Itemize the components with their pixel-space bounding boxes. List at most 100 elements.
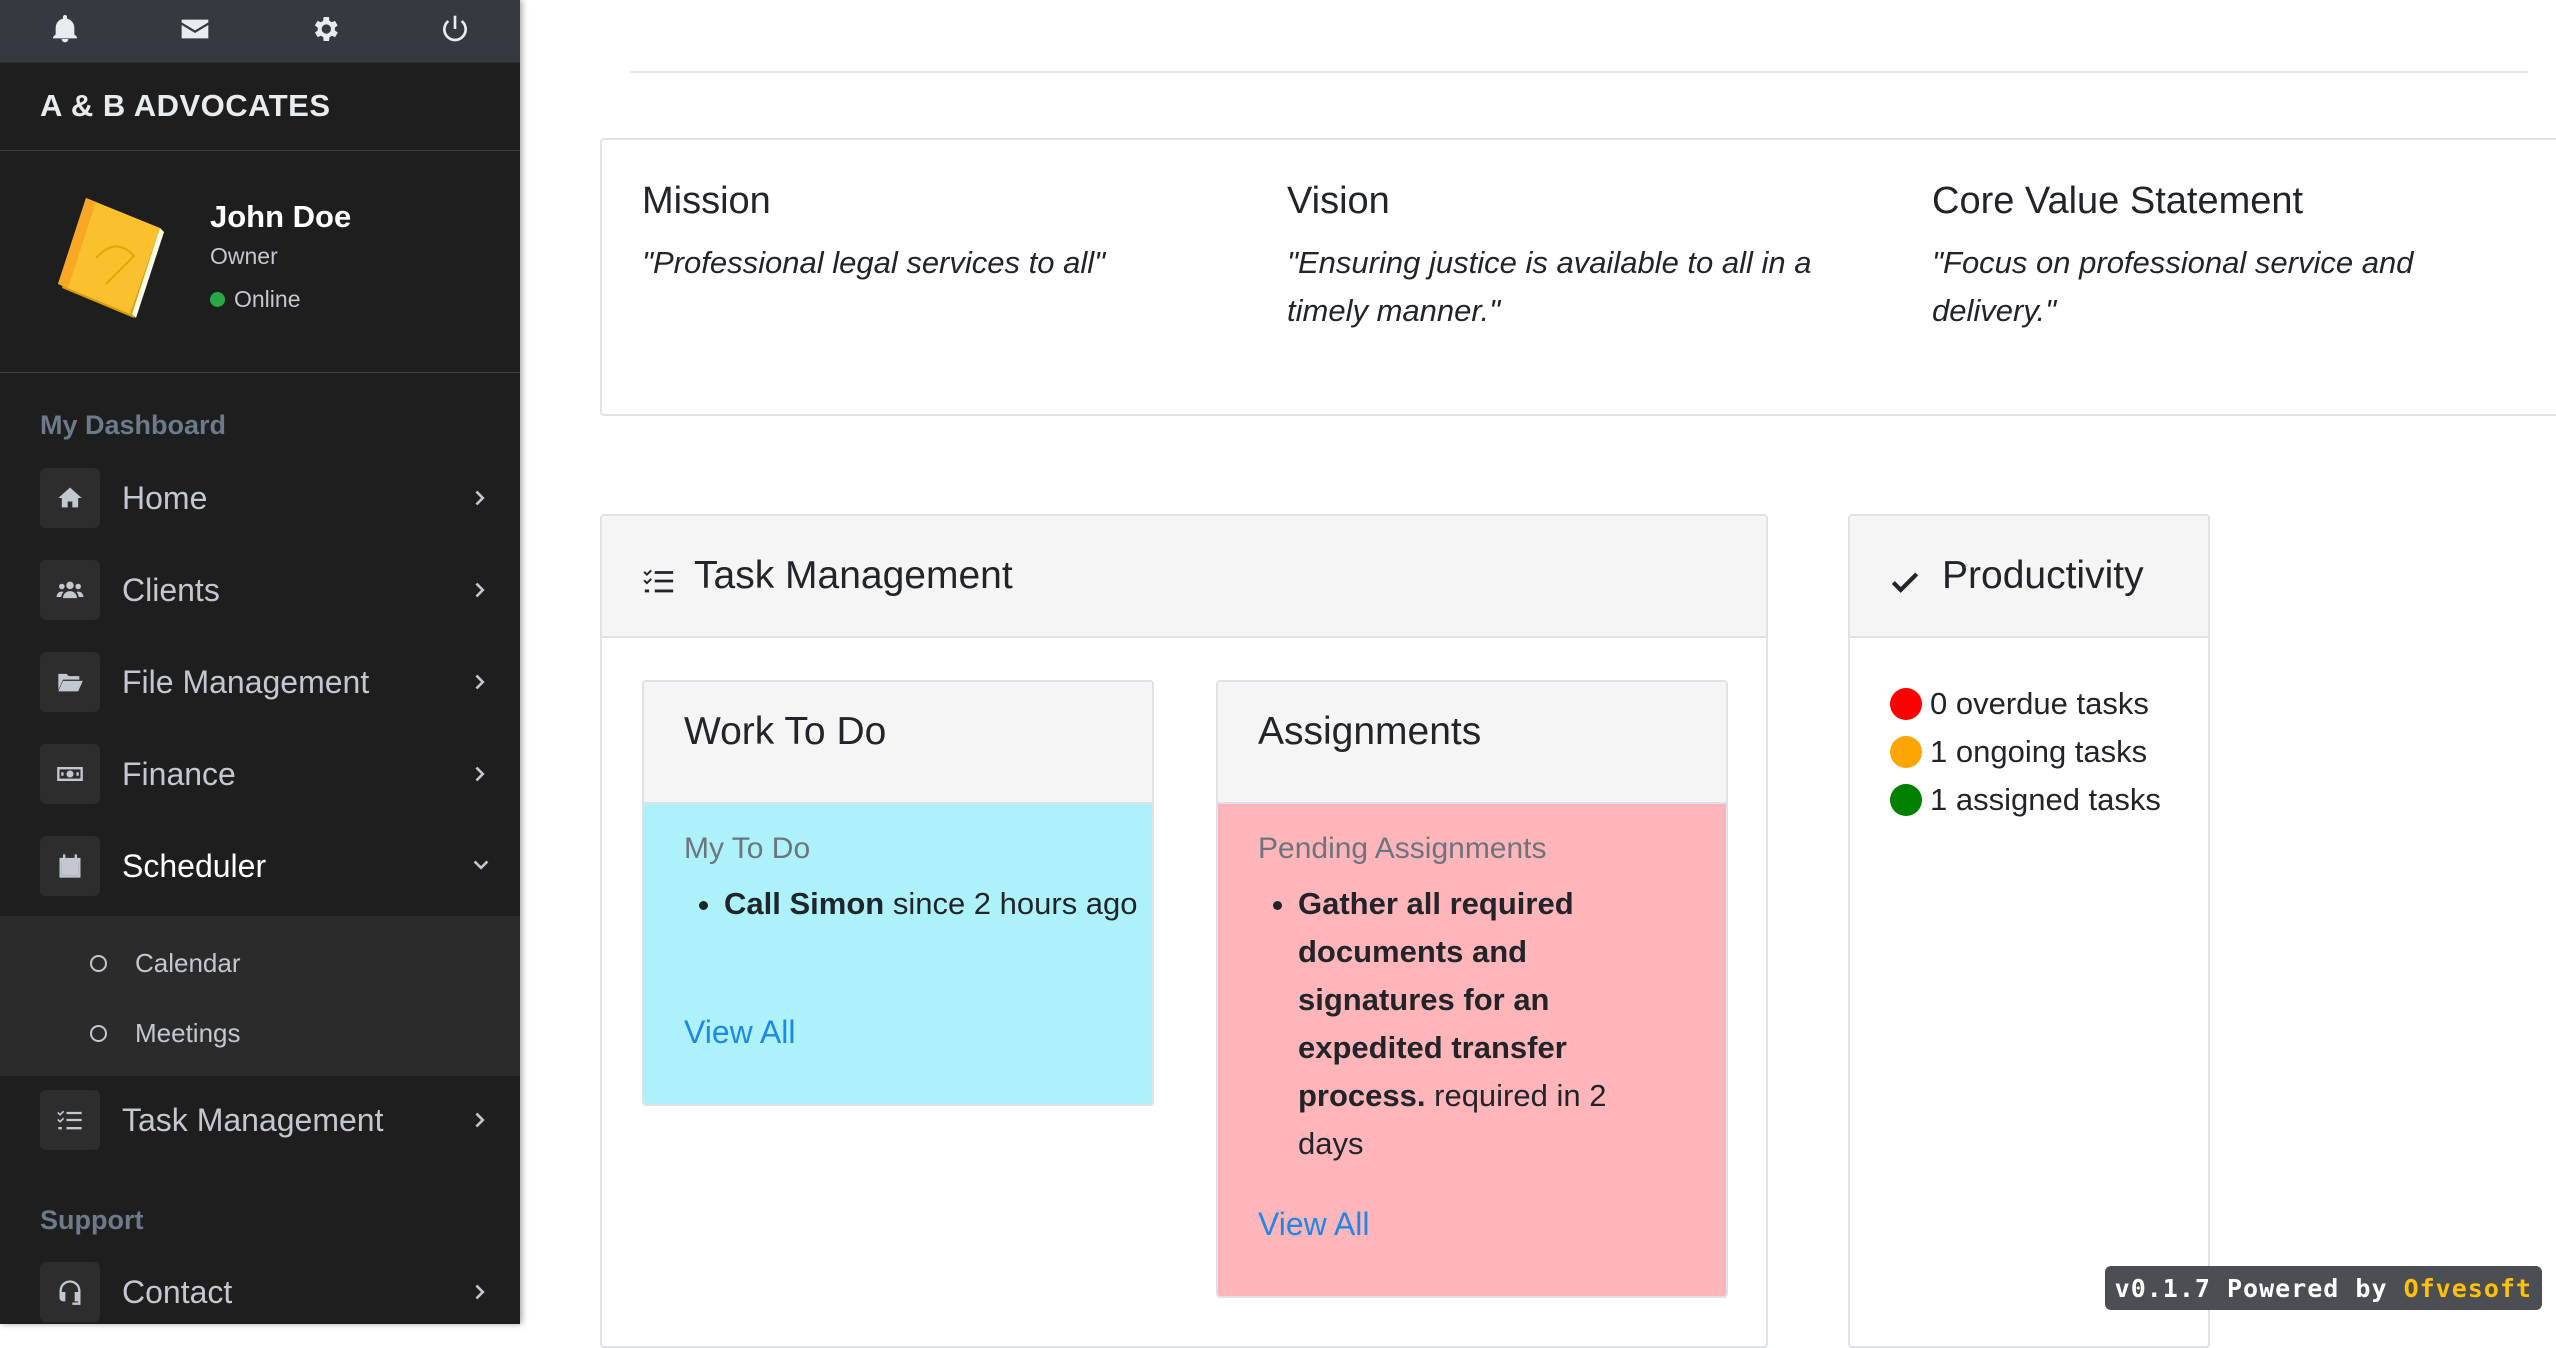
sidebar-subitem-calendar[interactable]: Calendar [0, 928, 520, 998]
chevron-right-icon [470, 579, 492, 601]
headset-icon [40, 1262, 100, 1322]
work-to-do-body: My To Do Call Simon since 2 hours ago Vi… [644, 804, 1152, 1104]
core-values-title: Core Value Statement [1932, 180, 2304, 222]
core-values-text: "Focus on professional service and deliv… [1932, 245, 2414, 328]
assignments-view-all-link[interactable]: View All [1258, 1206, 1369, 1243]
nav-header-dashboard: My Dashboard [40, 410, 227, 440]
pending-assignments-label: Pending Assignments [1258, 832, 1547, 865]
scheduler-submenu: Calendar Meetings [0, 916, 520, 1076]
brand-name: A & B ADVOCATES [40, 88, 331, 123]
sidebar-item-label: Clients [122, 571, 220, 608]
sidebar-item-task-management[interactable]: Task Management [0, 1074, 520, 1166]
todo-item-title: Call Simon [724, 886, 885, 921]
chevron-right-icon [470, 671, 492, 693]
sidebar-item-file-management[interactable]: File Management [0, 636, 520, 728]
list-item[interactable]: Call Simon since 2 hours ago [724, 880, 1144, 928]
sidebar-item-contact[interactable]: Contact [0, 1246, 520, 1324]
ongoing-tasks-label: 1 ongoing tasks [1930, 734, 2148, 769]
work-to-do-card: Work To Do My To Do Call Simon since 2 h… [642, 680, 1154, 1106]
assignments-body: Pending Assignments Gather all required … [1218, 804, 1726, 1296]
messages-button[interactable] [130, 0, 260, 62]
brand[interactable]: A & B ADVOCATES [0, 62, 520, 151]
sidebar-item-scheduler[interactable]: Scheduler [0, 820, 520, 912]
users-icon [40, 560, 100, 620]
gear-icon [309, 13, 341, 50]
todo-item-time: since 2 hours ago [884, 886, 1138, 921]
assigned-tasks-label: 1 assigned tasks [1930, 782, 2161, 817]
assignments-title: Assignments [1258, 710, 1482, 753]
envelope-icon [179, 13, 211, 50]
version-text: v0.1.7 Powered by [2114, 1273, 2404, 1303]
sidebar-item-label: Home [122, 479, 208, 516]
sidebar-subitem-label: Meetings [135, 1017, 241, 1048]
online-indicator [210, 292, 225, 307]
productivity-title: Productivity [1942, 554, 2144, 597]
orange-status-dot [1890, 736, 1922, 768]
vision-text: "Ensuring justice is available to all in… [1287, 245, 1812, 328]
user-panel: John Doe Owner Online [0, 151, 520, 373]
assignments-header: Assignments [1218, 682, 1726, 804]
mission-title: Mission [642, 180, 771, 222]
sidebar-item-label: Contact [122, 1273, 233, 1310]
tasks-icon [642, 564, 676, 598]
task-management-header: Task Management [602, 516, 1766, 638]
task-management-title: Task Management [694, 554, 1013, 597]
circle-icon [90, 1024, 107, 1042]
overdue-tasks-label: 0 overdue tasks [1930, 686, 2149, 721]
nav-header-support: Support [40, 1205, 144, 1235]
bell-icon [49, 13, 81, 50]
calendar-icon [40, 836, 100, 896]
chevron-right-icon [470, 1281, 492, 1303]
ongoing-tasks-row: 1 ongoing tasks [1890, 728, 2147, 776]
home-icon [40, 468, 100, 528]
logout-button[interactable] [390, 0, 520, 62]
assignments-card: Assignments Pending Assignments Gather a… [1216, 680, 1728, 1298]
overdue-tasks-row: 0 overdue tasks [1890, 680, 2149, 728]
version-badge: v0.1.7 Powered by Ofvesoft [2104, 1266, 2542, 1310]
sidebar-item-label: Scheduler [122, 847, 267, 884]
user-status-label: Online [234, 286, 301, 312]
tasks-icon [40, 1090, 100, 1150]
sidebar-topbar [0, 0, 520, 63]
chevron-right-icon [470, 1109, 492, 1131]
productivity-card: Productivity 0 overdue tasks 1 ongoing t… [1848, 514, 2210, 1348]
work-to-do-title: Work To Do [684, 710, 887, 753]
avatar[interactable] [56, 196, 166, 321]
check-icon [1888, 564, 1922, 598]
task-management-card: Task Management Work To Do My To Do Call… [600, 514, 1768, 1348]
chevron-down-icon [470, 855, 492, 877]
core-values-section: Core Value Statement "Focus on professio… [1932, 180, 2532, 335]
green-status-dot [1890, 784, 1922, 816]
user-status: Online [210, 286, 300, 313]
user-role: Owner [210, 243, 278, 269]
sidebar-item-clients[interactable]: Clients [0, 544, 520, 636]
sidebar-item-finance[interactable]: Finance [0, 728, 520, 820]
work-view-all-link[interactable]: View All [684, 1014, 795, 1051]
sidebar: A & B ADVOCATES John Doe Owner Online My… [0, 0, 520, 1324]
sidebar-item-label: File Management [122, 663, 370, 700]
money-bill-icon [40, 744, 100, 804]
assigned-tasks-row: 1 assigned tasks [1890, 776, 2161, 824]
notifications-button[interactable] [0, 0, 130, 62]
sidebar-item-label: Finance [122, 755, 236, 792]
power-icon [439, 13, 471, 50]
sidebar-item-home[interactable]: Home [0, 452, 520, 544]
mission-section: Mission "Professional legal services to … [642, 180, 1242, 287]
settings-button[interactable] [260, 0, 390, 62]
user-name[interactable]: John Doe [210, 199, 351, 235]
todo-list: Call Simon since 2 hours ago [684, 880, 1144, 928]
assignments-list: Gather all required documents and signat… [1258, 880, 1628, 1168]
chevron-right-icon [470, 763, 492, 785]
powered-by-brand[interactable]: Ofvesoft [2404, 1274, 2532, 1303]
sidebar-subitem-label: Calendar [135, 947, 241, 978]
sidebar-item-label: Task Management [122, 1101, 384, 1138]
divider [630, 71, 2528, 73]
folder-open-icon [40, 652, 100, 712]
vision-section: Vision "Ensuring justice is available to… [1287, 180, 1887, 335]
my-to-do-label: My To Do [684, 832, 811, 865]
sidebar-subitem-meetings[interactable]: Meetings [0, 998, 520, 1068]
mission-text: "Professional legal services to all" [642, 245, 1106, 280]
red-status-dot [1890, 688, 1922, 720]
list-item[interactable]: Gather all required documents and signat… [1298, 880, 1628, 1168]
main-content: Mission "Professional legal services to … [520, 0, 2556, 1348]
